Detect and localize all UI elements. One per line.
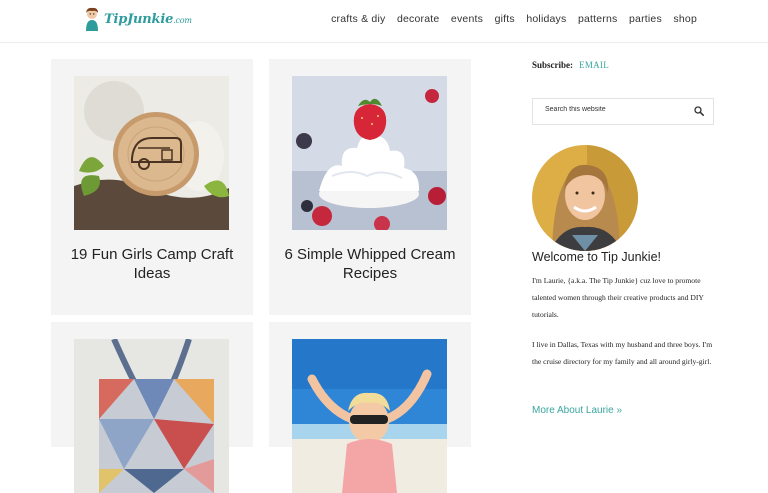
post-card[interactable] xyxy=(269,322,471,493)
post-card[interactable] xyxy=(51,322,253,493)
mascot-logo-icon xyxy=(86,7,98,31)
site-header: TipJunkie.com crafts & diy decorate even… xyxy=(0,0,768,43)
post-thumbnail[interactable] xyxy=(292,339,447,493)
nav-patterns[interactable]: patterns xyxy=(578,13,618,25)
sidebar: Subscribe: EMAIL Welcome to Tip Junkie! I… xyxy=(532,60,714,416)
post-thumbnail[interactable] xyxy=(74,339,229,493)
post-title[interactable]: 6 Simple Whipped Cream Recipes xyxy=(277,245,463,283)
nav-parties[interactable]: parties xyxy=(629,13,662,25)
post-card[interactable]: 19 Fun Girls Camp Craft Ideas xyxy=(51,59,253,315)
beach-kid-image xyxy=(292,339,447,493)
nav-gifts[interactable]: gifts xyxy=(495,13,515,25)
whipped-cream-image xyxy=(292,76,447,230)
avatar xyxy=(532,145,638,251)
nav-events[interactable]: events xyxy=(451,13,483,25)
nav-holidays[interactable]: holidays xyxy=(526,13,566,25)
main-nav: crafts & diy decorate events gifts holid… xyxy=(320,13,697,25)
post-thumbnail[interactable] xyxy=(74,76,229,230)
more-about-link[interactable]: More About Laurie » xyxy=(532,405,622,416)
bio-paragraph: I'm Laurie, {a.k.a. The Tip Junkie} cuz … xyxy=(532,276,704,319)
subscribe-line: Subscribe: EMAIL xyxy=(532,60,714,70)
camp-craft-image xyxy=(74,76,229,230)
post-thumbnail[interactable] xyxy=(292,76,447,230)
nav-crafts-diy[interactable]: crafts & diy xyxy=(331,13,385,25)
patchwork-bag-image xyxy=(74,339,229,493)
profile-photo xyxy=(532,145,638,251)
site-logo[interactable]: TipJunkie.com xyxy=(82,6,192,32)
bio-paragraph: I live in Dallas, Texas with my husband … xyxy=(532,340,713,366)
post-title[interactable]: 19 Fun Girls Camp Craft Ideas xyxy=(59,245,245,283)
welcome-heading: Welcome to Tip Junkie! xyxy=(532,250,661,264)
search-icon[interactable] xyxy=(694,106,704,116)
logo-text: TipJunkie.com xyxy=(104,11,192,27)
post-card[interactable]: 6 Simple Whipped Cream Recipes xyxy=(269,59,471,315)
search-input[interactable] xyxy=(543,105,687,114)
search-box xyxy=(532,98,714,125)
subscribe-label: Subscribe: xyxy=(532,60,574,70)
nav-decorate[interactable]: decorate xyxy=(397,13,439,25)
subscribe-email-link[interactable]: EMAIL xyxy=(579,60,609,70)
nav-shop[interactable]: shop xyxy=(673,13,697,25)
